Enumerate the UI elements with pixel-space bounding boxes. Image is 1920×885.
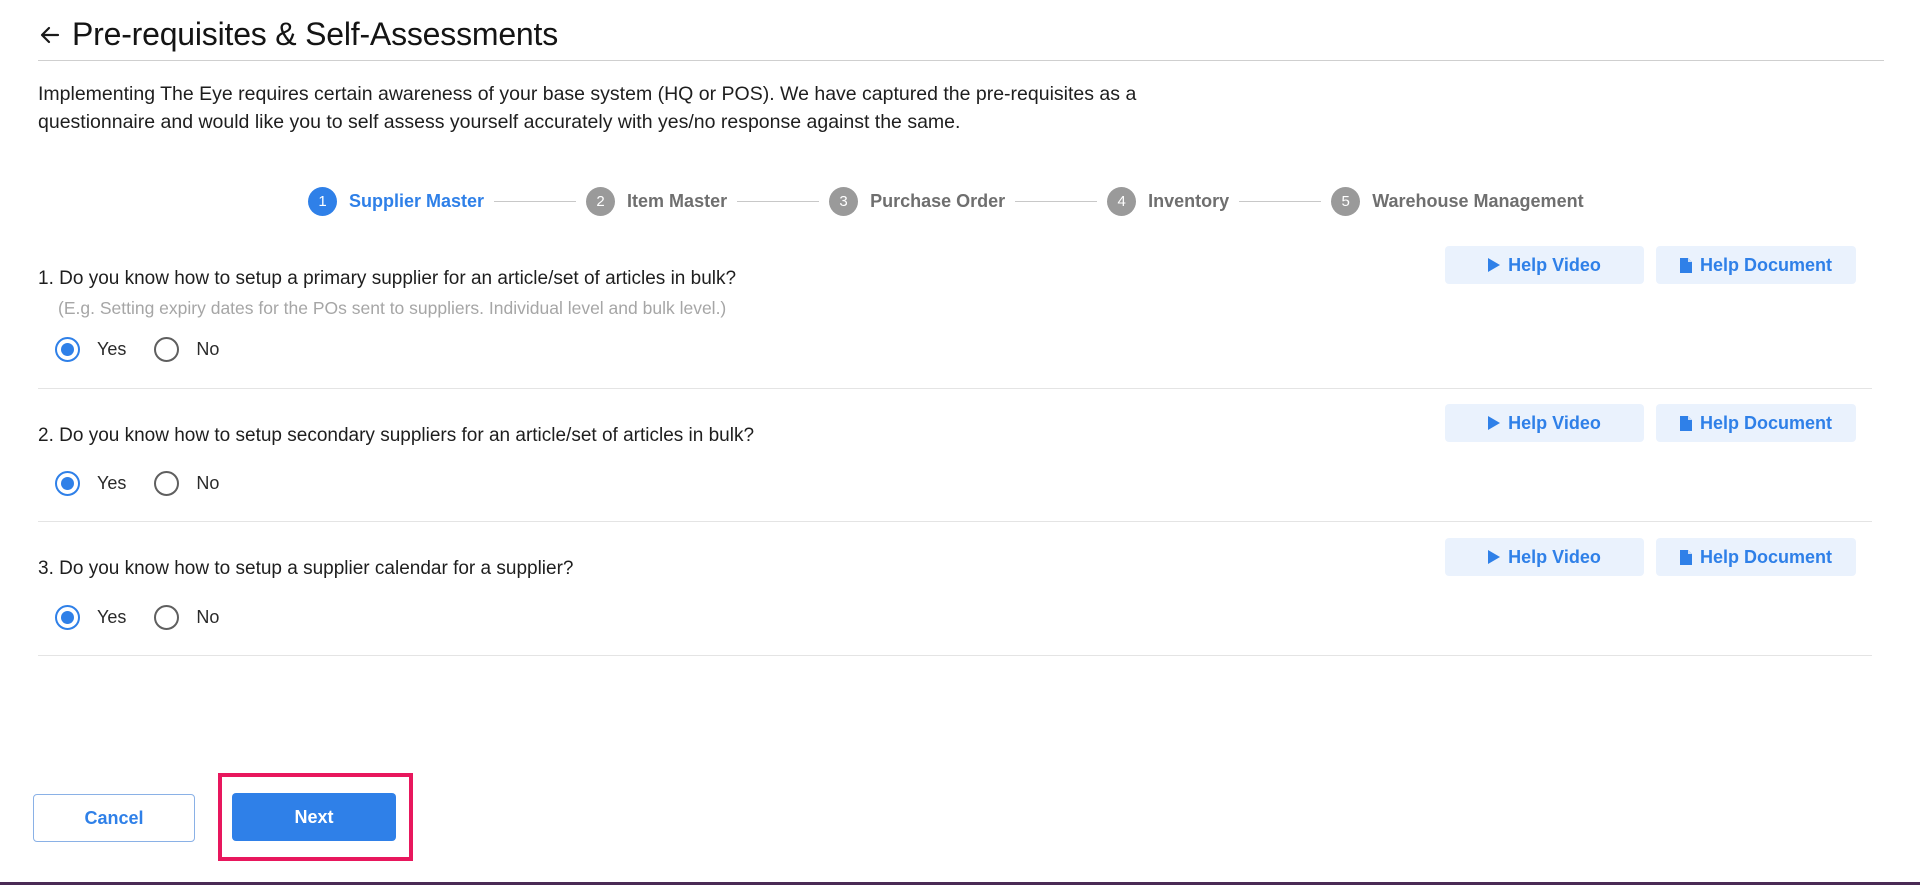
help-video-button[interactable]: Help Video xyxy=(1445,538,1644,576)
next-button[interactable]: Next xyxy=(232,793,396,841)
help-video-label: Help Video xyxy=(1508,254,1601,275)
page-title: Pre-requisites & Self-Assessments xyxy=(72,15,559,52)
question-1: 1. Do you know how to setup a primary su… xyxy=(38,244,1872,389)
no-radio[interactable]: No xyxy=(154,605,219,630)
help-video-label: Help Video xyxy=(1508,412,1601,433)
radio-label: Yes xyxy=(97,607,127,627)
step-label: Purchase Order xyxy=(870,190,1006,211)
step-connector xyxy=(1239,200,1322,202)
answer-radio-group: Yes No xyxy=(55,471,247,496)
radio-unchecked-icon xyxy=(154,471,180,496)
step-number: 2 xyxy=(586,186,616,216)
no-radio[interactable]: No xyxy=(154,471,219,496)
help-document-label: Help Document xyxy=(1699,546,1832,567)
intro-text: Implementing The Eye requires certain aw… xyxy=(38,83,1137,133)
help-video-button[interactable]: Help Video xyxy=(1445,404,1644,442)
cancel-button[interactable]: Cancel xyxy=(33,794,195,842)
question-text: 3. Do you know how to setup a supplier c… xyxy=(38,558,574,579)
step-connector xyxy=(737,200,820,202)
step-purchase-order[interactable]: 3 Purchase Order xyxy=(829,186,1006,216)
question-hint: (E.g. Setting expiry dates for the POs s… xyxy=(58,298,727,318)
step-item-master[interactable]: 2 Item Master xyxy=(586,186,728,216)
stepper: 1 Supplier Master 2 Item Master 3 Purcha… xyxy=(308,186,1584,216)
step-connector xyxy=(494,200,577,202)
step-number: 3 xyxy=(829,186,859,216)
step-label: Warehouse Management xyxy=(1372,190,1584,211)
yes-radio[interactable]: Yes xyxy=(55,605,126,630)
answer-radio-group: Yes No xyxy=(55,605,247,630)
radio-label: No xyxy=(196,339,220,359)
step-label: Supplier Master xyxy=(349,190,485,211)
radio-checked-icon xyxy=(55,471,80,496)
help-document-button[interactable]: Help Document xyxy=(1656,246,1856,284)
step-number: 4 xyxy=(1107,186,1137,216)
help-document-button[interactable]: Help Document xyxy=(1656,404,1856,442)
help-video-label: Help Video xyxy=(1508,546,1601,567)
step-number: 1 xyxy=(308,186,337,216)
arrow-left-icon[interactable] xyxy=(38,23,62,47)
radio-unchecked-icon xyxy=(154,337,180,362)
help-video-button[interactable]: Help Video xyxy=(1445,246,1644,284)
question-text: 1. Do you know how to setup a primary su… xyxy=(38,268,737,289)
radio-label: Yes xyxy=(97,339,127,359)
step-supplier-master[interactable]: 1 Supplier Master xyxy=(308,186,485,216)
radio-checked-icon xyxy=(55,337,80,362)
question-2: 2. Do you know how to setup secondary su… xyxy=(38,389,1872,522)
radio-label: No xyxy=(196,607,220,627)
yes-radio[interactable]: Yes xyxy=(55,471,126,496)
document-icon xyxy=(1679,415,1692,431)
step-connector xyxy=(1015,200,1098,202)
play-icon xyxy=(1488,258,1501,272)
radio-checked-icon xyxy=(55,605,80,630)
step-label: Inventory xyxy=(1148,190,1230,211)
help-document-label: Help Document xyxy=(1699,254,1832,275)
radio-label: Yes xyxy=(97,473,127,493)
document-icon xyxy=(1679,549,1692,565)
play-icon xyxy=(1488,550,1501,564)
step-number: 5 xyxy=(1331,186,1361,216)
radio-label: No xyxy=(196,473,220,493)
answer-radio-group: Yes No xyxy=(55,337,247,362)
help-document-button[interactable]: Help Document xyxy=(1656,538,1856,576)
question-text: 2. Do you know how to setup secondary su… xyxy=(38,425,755,446)
step-label: Item Master xyxy=(627,190,728,211)
question-3: 3. Do you know how to setup a supplier c… xyxy=(38,522,1872,656)
play-icon xyxy=(1488,416,1501,430)
yes-radio[interactable]: Yes xyxy=(55,337,126,362)
step-inventory[interactable]: 4 Inventory xyxy=(1107,186,1230,216)
document-icon xyxy=(1679,257,1692,273)
step-warehouse-management[interactable]: 5 Warehouse Management xyxy=(1331,186,1584,216)
page-header: Pre-requisites & Self-Assessments xyxy=(38,10,1884,61)
radio-unchecked-icon xyxy=(154,605,180,630)
no-radio[interactable]: No xyxy=(154,337,219,362)
help-document-label: Help Document xyxy=(1699,412,1832,433)
